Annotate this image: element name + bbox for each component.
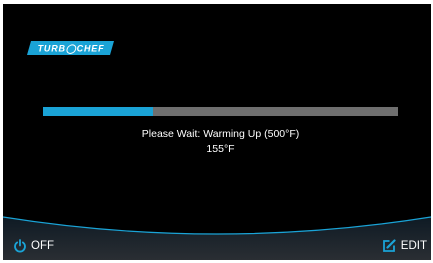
warmup-status-message: Please Wait: Warming Up (500°F): [141, 128, 300, 140]
edit-icon: [382, 239, 396, 253]
warmup-progress-fill: [43, 107, 154, 116]
current-temperature: 155°F: [206, 143, 235, 155]
footer-arc-divider: [3, 209, 431, 260]
turbochef-logo: TURB◯CHEF: [27, 41, 114, 55]
edit-button[interactable]: EDIT: [382, 237, 427, 255]
edit-button-label: EDIT: [400, 240, 427, 252]
off-button-label: OFF: [31, 240, 54, 252]
off-button[interactable]: OFF: [13, 237, 54, 255]
warmup-progress-bar: [43, 107, 398, 116]
oven-display-screen: TURB◯CHEF Please Wait: Warming Up (500°F…: [3, 4, 431, 260]
power-icon: [13, 239, 27, 253]
svg-text:TURB◯CHEF: TURB◯CHEF: [38, 44, 105, 55]
